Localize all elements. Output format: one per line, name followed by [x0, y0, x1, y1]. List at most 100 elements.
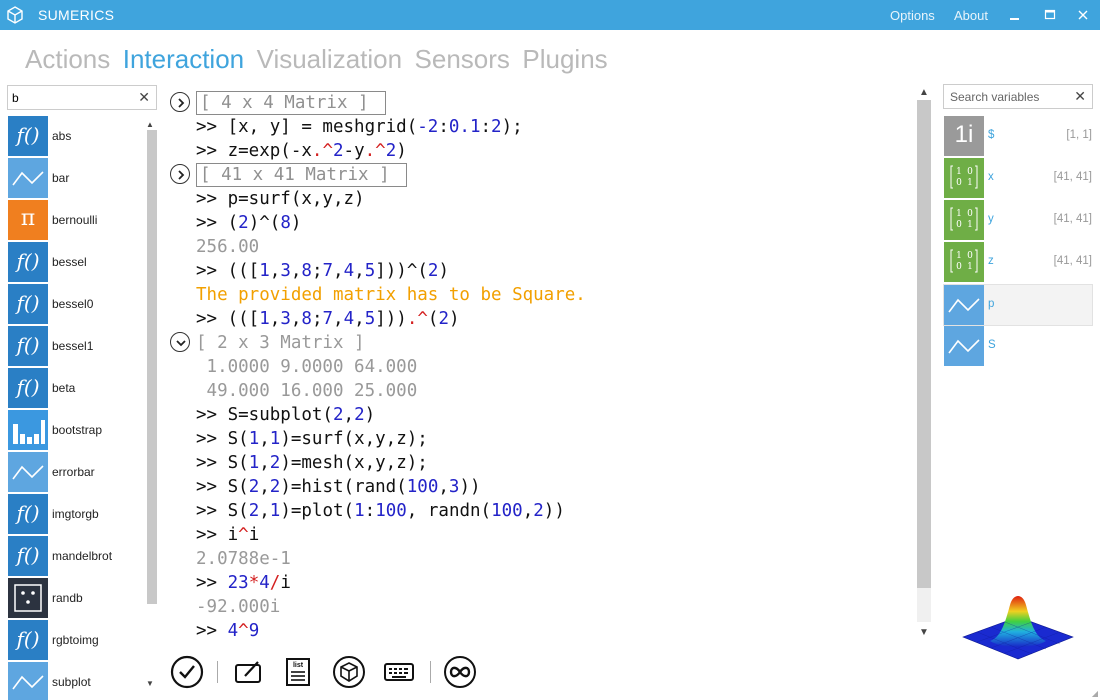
matrix-icon: 1001	[944, 242, 984, 282]
line-chart-icon	[8, 662, 48, 700]
console-scrollbar-thumb[interactable]	[917, 100, 931, 588]
svg-text:0: 0	[967, 167, 973, 177]
infinity-icon[interactable]	[443, 655, 477, 689]
list-item-bootstrap[interactable]: bootstrap	[7, 409, 147, 451]
console-error: The provided matrix has to be Square.	[196, 285, 586, 305]
svg-text:1: 1	[956, 209, 962, 219]
svg-text:0: 0	[956, 220, 962, 230]
matrix-result[interactable]: [ 41 x 41 Matrix ]	[196, 163, 407, 187]
matrix-result[interactable]: [ 4 x 4 Matrix ]	[196, 91, 386, 115]
console-line: >> (([1,3,8;7,4,5])).^(2)	[196, 309, 460, 329]
function-icon: f()	[8, 620, 48, 660]
variable-item[interactable]: 1i $ [1, 1]	[943, 115, 1093, 157]
minimize-icon[interactable]	[1004, 5, 1024, 25]
collapse-arrow-icon[interactable]	[170, 332, 190, 352]
list-item-label: errorbar	[52, 465, 95, 479]
tab-visualization[interactable]: Visualization	[257, 44, 403, 75]
edit-icon[interactable]	[231, 655, 265, 689]
function-search-box: ✕	[7, 85, 157, 110]
variable-item[interactable]: 1001 z [41, 41]	[943, 241, 1093, 283]
list-item-mandelbrot[interactable]: f() mandelbrot	[7, 535, 147, 577]
console-line: >> (2)^(8)	[196, 213, 302, 233]
scroll-up-arrow-icon[interactable]: ▲	[146, 120, 154, 129]
console-result: 2.0788e-1	[196, 549, 291, 569]
variable-size: [1, 1]	[1066, 129, 1092, 141]
console-line: >> S(2,2)=hist(rand(100,3))	[196, 477, 481, 497]
close-icon[interactable]	[1073, 5, 1093, 25]
list-item-bar[interactable]: bar	[7, 157, 147, 199]
list-icon[interactable]: list	[281, 655, 315, 689]
list-item-bessel[interactable]: f() bessel	[7, 241, 147, 283]
list-item-subplot[interactable]: subplot	[7, 661, 147, 700]
console-scroll-down-icon[interactable]: ▼	[919, 627, 929, 638]
list-item-bernoulli[interactable]: π bernoulli	[7, 199, 147, 241]
options-menu[interactable]: Options	[890, 8, 935, 23]
variable-name: $	[988, 129, 995, 141]
list-item-randb[interactable]: randb	[7, 577, 147, 619]
matrix-row: 49.000 16.000 25.000	[196, 381, 418, 401]
variable-search-input[interactable]	[950, 88, 1068, 106]
svg-text:1: 1	[967, 178, 973, 188]
clear-variable-search-icon[interactable]: ✕	[1074, 88, 1086, 105]
function-list-scrollbar[interactable]	[147, 130, 157, 604]
list-item-label: bessel	[52, 255, 87, 269]
list-item-label: bessel1	[52, 339, 94, 353]
line-chart-icon	[8, 158, 48, 198]
console-result: 256.00	[196, 237, 260, 257]
variable-size: [41, 41]	[1053, 213, 1092, 225]
list-item-bessel1[interactable]: f() bessel1	[7, 325, 147, 367]
variable-item-selected[interactable]: p	[943, 284, 1093, 326]
function-icon: f()	[8, 242, 48, 282]
toolbar-divider	[430, 661, 431, 683]
svg-text:1: 1	[956, 251, 962, 261]
svg-text:0: 0	[967, 251, 973, 261]
function-search-input[interactable]	[12, 89, 132, 107]
cube-icon[interactable]	[332, 655, 366, 689]
list-item-errorbar[interactable]: errorbar	[7, 451, 147, 493]
tab-sensors[interactable]: Sensors	[415, 44, 510, 75]
list-item-rgbtoimg[interactable]: f() rgbtoimg	[7, 619, 147, 661]
console-output[interactable]: [ 4 x 4 Matrix ] >> [x, y] = meshgrid(-2…	[165, 83, 910, 643]
function-icon: f()	[8, 326, 48, 366]
list-item-imgtorgb[interactable]: f() imgtorgb	[7, 493, 147, 535]
clear-search-icon[interactable]: ✕	[138, 89, 150, 106]
function-icon: f()	[8, 368, 48, 408]
scroll-down-arrow-icon[interactable]: ▼	[146, 679, 154, 688]
list-item-label: bernoulli	[52, 213, 98, 227]
tab-actions[interactable]: Actions	[25, 44, 110, 75]
matrix-row: 1.0000 9.0000 64.000	[196, 357, 418, 377]
surface-plot-preview[interactable]	[960, 585, 1075, 665]
console-input-line[interactable]: >> 4^9	[196, 619, 259, 643]
list-item-abs[interactable]: f() abs	[7, 115, 147, 157]
check-icon[interactable]	[170, 655, 204, 689]
console-scroll-up-icon[interactable]: ▲	[919, 87, 929, 98]
list-item-label: bessel0	[52, 297, 94, 311]
variable-item[interactable]: 1001 y [41, 41]	[943, 199, 1093, 241]
console-line: >> S(1,1)=surf(x,y,z);	[196, 429, 428, 449]
list-item-label: bar	[52, 171, 70, 185]
keyboard-icon[interactable]	[382, 655, 416, 689]
tab-interaction[interactable]: Interaction	[123, 44, 244, 75]
variable-item[interactable]: 1001 x [41, 41]	[943, 157, 1093, 199]
about-menu[interactable]: About	[954, 8, 988, 23]
variable-item[interactable]: S	[943, 325, 1093, 367]
variable-size: [41, 41]	[1053, 171, 1092, 183]
list-item-bessel0[interactable]: f() bessel0	[7, 283, 147, 325]
list-item-label: randb	[52, 591, 83, 605]
function-icon: f()	[8, 116, 48, 156]
list-item-beta[interactable]: f() beta	[7, 367, 147, 409]
expand-arrow-icon[interactable]	[170, 164, 190, 184]
console-line: >> z=exp(-x.^2-y.^2)	[196, 141, 407, 161]
console-line: >> S=subplot(2,2)	[196, 405, 376, 425]
maximize-icon[interactable]	[1040, 5, 1060, 25]
list-item-label: subplot	[52, 675, 91, 689]
expand-arrow-icon[interactable]	[170, 92, 190, 112]
list-item-label: bootstrap	[52, 423, 103, 437]
resize-grip-icon[interactable]: ◢	[1092, 689, 1098, 698]
line-chart-icon	[8, 452, 48, 492]
function-icon: f()	[8, 494, 48, 534]
variable-name: S	[988, 339, 996, 351]
variable-name: x	[988, 171, 994, 183]
tab-plugins[interactable]: Plugins	[522, 44, 607, 75]
console-line: >> S(2,1)=plot(1:100, randn(100,2))	[196, 501, 565, 521]
